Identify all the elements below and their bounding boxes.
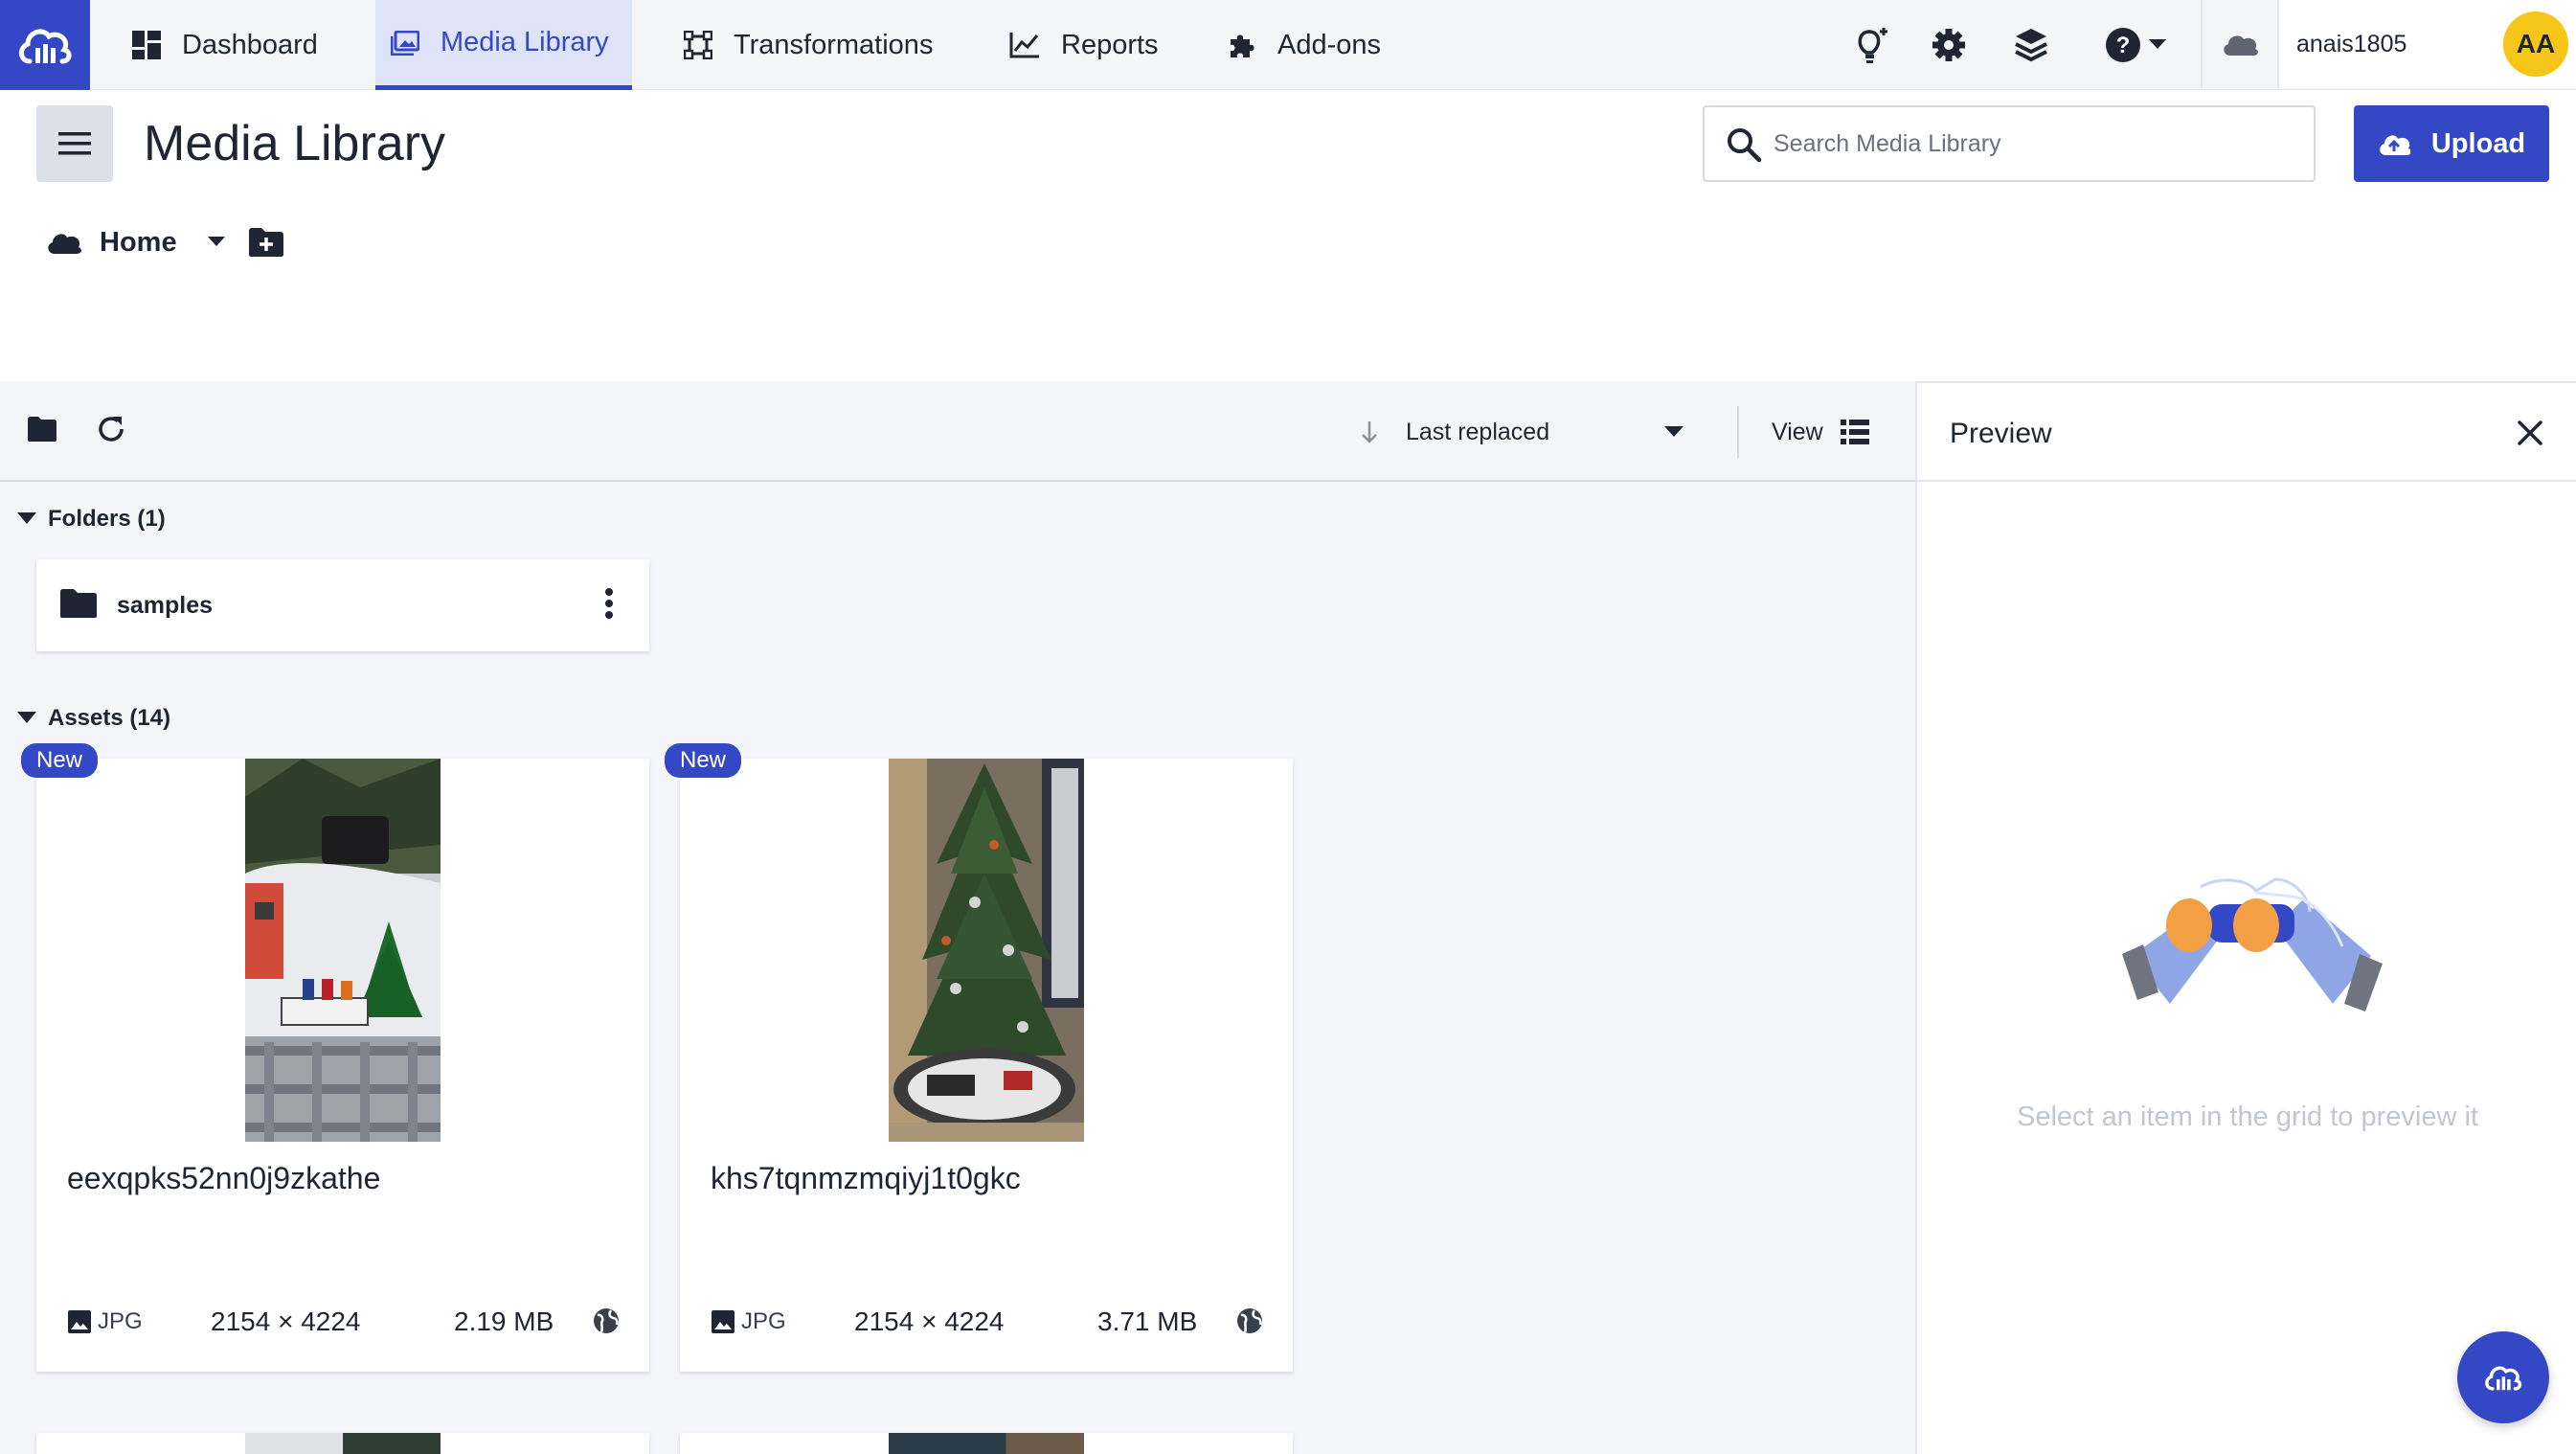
help-button[interactable]: ? bbox=[2099, 0, 2172, 90]
upload-button-label: Upload bbox=[2430, 127, 2526, 159]
transformations-icon bbox=[684, 31, 712, 59]
cloudinary-logo[interactable] bbox=[0, 0, 90, 90]
top-nav: Dashboard Media Library Transformations … bbox=[0, 0, 2576, 90]
dashboard-icon bbox=[132, 31, 161, 59]
nav-add-ons[interactable]: Add-ons bbox=[1228, 0, 1381, 90]
new-folder-icon[interactable] bbox=[248, 227, 284, 258]
folders-section-toggle[interactable]: Folders (1) bbox=[17, 506, 166, 533]
asset-format: JPG bbox=[711, 1308, 786, 1335]
new-badge: New bbox=[665, 743, 742, 778]
asset-name: khs7tqnmzmqiyj1t0gkc bbox=[711, 1161, 1021, 1195]
asset-dimensions: 2154 × 4224 bbox=[854, 1306, 1005, 1336]
assets-heading: Assets (14) bbox=[48, 705, 171, 731]
hamburger-icon bbox=[58, 132, 91, 155]
lightbulb-icon bbox=[1851, 24, 1893, 66]
folder-name: samples bbox=[117, 592, 214, 619]
more-options-icon[interactable] bbox=[603, 586, 615, 621]
nav-media-library-label: Media Library bbox=[441, 27, 609, 57]
asset-meta: JPG 2154 × 4224 3.71 MB bbox=[711, 1303, 1266, 1345]
preview-header: Preview bbox=[1917, 381, 2576, 482]
grid-toolbar: Last replaced View bbox=[0, 381, 1915, 482]
nav-reports[interactable]: Reports bbox=[1009, 0, 1159, 90]
nav-dashboard[interactable]: Dashboard bbox=[132, 0, 318, 90]
account-username: anais1805 bbox=[2296, 31, 2407, 57]
cloud-logo-icon bbox=[16, 23, 74, 67]
asset-dimensions: 2154 × 4224 bbox=[211, 1306, 361, 1336]
asset-format: JPG bbox=[67, 1308, 143, 1335]
folders-heading: Folders (1) bbox=[48, 506, 166, 532]
cloud-upload-icon bbox=[2378, 131, 2410, 156]
cloud-home-icon bbox=[46, 230, 82, 255]
folder-icon bbox=[59, 588, 98, 619]
globe-icon bbox=[1235, 1306, 1264, 1335]
layers-icon bbox=[2014, 27, 2048, 63]
preview-empty-message: Select an item in the grid to preview it bbox=[2017, 1102, 2478, 1132]
sort-label: Last replaced bbox=[1406, 418, 1550, 445]
puzzle-icon bbox=[1228, 31, 1256, 59]
nav-add-ons-label: Add-ons bbox=[1277, 29, 1382, 60]
image-icon bbox=[67, 1309, 92, 1334]
folder-view-icon[interactable] bbox=[27, 416, 57, 443]
asset-card[interactable] bbox=[680, 1433, 1293, 1454]
folder-card[interactable]: samples bbox=[36, 559, 649, 651]
assistant-button[interactable] bbox=[2457, 1331, 2549, 1423]
nav-dashboard-label: Dashboard bbox=[182, 29, 318, 60]
chevron-down-icon bbox=[2149, 39, 2166, 51]
asset-format-label: JPG bbox=[741, 1308, 786, 1334]
search-input[interactable] bbox=[1774, 107, 2300, 180]
page-title: Media Library bbox=[144, 116, 446, 171]
nav-transformations[interactable]: Transformations bbox=[684, 0, 933, 90]
breadcrumb-home[interactable]: Home bbox=[100, 227, 177, 259]
nav-media-library[interactable]: Media Library bbox=[375, 0, 632, 90]
globe-icon bbox=[592, 1306, 621, 1335]
binoculars-illustration-icon bbox=[2113, 870, 2390, 1042]
upload-button[interactable]: Upload bbox=[2354, 105, 2549, 182]
reports-icon bbox=[1009, 32, 1040, 58]
asset-format-label: JPG bbox=[98, 1308, 143, 1334]
sort-dropdown[interactable]: Last replaced bbox=[1360, 406, 1683, 458]
search-icon bbox=[1726, 126, 1762, 163]
help-icon: ? bbox=[2105, 27, 2141, 63]
close-icon[interactable] bbox=[2517, 420, 2543, 446]
asset-meta: JPG 2154 × 4224 2.19 MB bbox=[67, 1303, 622, 1345]
caret-down-icon bbox=[17, 512, 36, 526]
cloud-logo-icon bbox=[2482, 1362, 2524, 1393]
asset-name: eexqpks52nn0j9zkathe bbox=[67, 1161, 381, 1195]
gear-icon bbox=[1931, 27, 1967, 63]
asset-thumbnail bbox=[889, 1433, 1084, 1454]
view-label: View bbox=[1772, 418, 1823, 445]
cloud-account-icon bbox=[2203, 0, 2279, 88]
svg-text:?: ? bbox=[2116, 33, 2131, 58]
tips-button[interactable] bbox=[1848, 0, 1896, 90]
refresh-icon[interactable] bbox=[96, 414, 126, 444]
asset-thumbnail bbox=[245, 1433, 441, 1454]
assets-section-toggle[interactable]: Assets (14) bbox=[17, 705, 170, 732]
asset-thumbnail bbox=[889, 759, 1084, 1142]
preview-panel: Preview Select an item in the grid to pr… bbox=[1915, 381, 2576, 1454]
layers-button[interactable] bbox=[2009, 0, 2053, 90]
preview-title: Preview bbox=[1950, 418, 2052, 449]
avatar[interactable]: AA bbox=[2503, 11, 2568, 77]
asset-card[interactable]: New khs7tqnmzmqiyj1t0gkc JPG 2154 × 4224… bbox=[665, 743, 1293, 1372]
nav-reports-label: Reports bbox=[1061, 29, 1159, 60]
asset-size: 3.71 MB bbox=[1097, 1306, 1198, 1336]
sidebar-toggle-button[interactable] bbox=[36, 105, 113, 182]
media-library-icon bbox=[391, 30, 419, 56]
arrow-down-icon[interactable] bbox=[1360, 420, 1379, 444]
asset-card[interactable] bbox=[36, 1433, 649, 1454]
chevron-down-icon bbox=[1664, 426, 1683, 438]
caret-down-icon[interactable] bbox=[207, 237, 225, 248]
asset-size: 2.19 MB bbox=[454, 1306, 554, 1336]
asset-card[interactable]: New eexqpks52nn0j9zkathe JPG 2154 × 4224 bbox=[21, 743, 649, 1372]
search-box[interactable] bbox=[1703, 105, 2316, 182]
breadcrumb: Home bbox=[46, 218, 284, 266]
list-view-icon bbox=[1840, 420, 1869, 444]
settings-button[interactable] bbox=[1927, 0, 1971, 90]
caret-down-icon bbox=[17, 712, 36, 725]
asset-thumbnail bbox=[245, 759, 441, 1142]
nav-transformations-label: Transformations bbox=[734, 29, 934, 60]
new-badge: New bbox=[21, 743, 99, 778]
view-toggle-button[interactable]: View bbox=[1737, 406, 1869, 458]
image-icon bbox=[711, 1309, 735, 1334]
